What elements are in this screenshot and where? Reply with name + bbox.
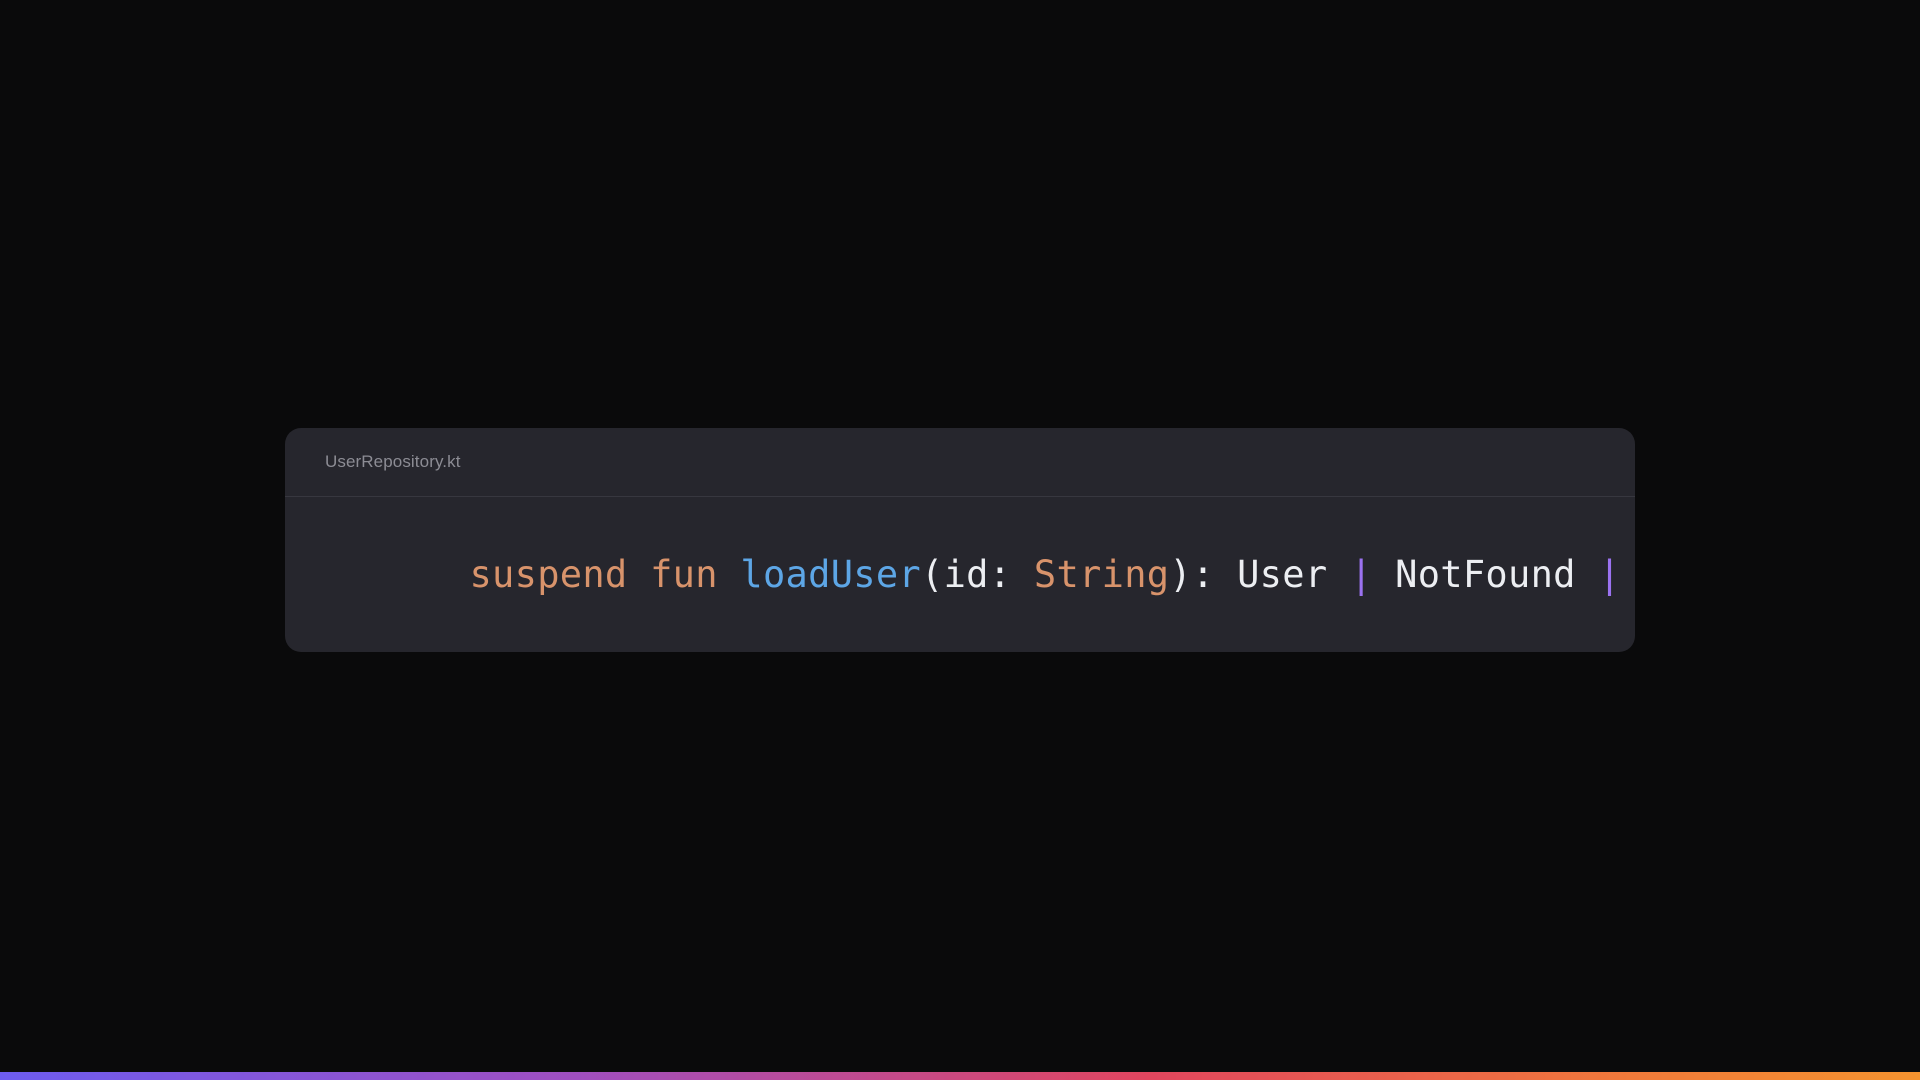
code-token-type: String bbox=[1033, 553, 1170, 596]
code-token-plain: NotFound bbox=[1372, 553, 1599, 596]
code-token-union-pipe: | bbox=[1349, 553, 1373, 596]
code-token-plain: TimedOut bbox=[1621, 553, 1635, 596]
code-token-keyword: suspend bbox=[469, 553, 628, 596]
code-token-plain: (id: bbox=[921, 553, 1034, 596]
code-body: suspend fun loadUser(id: String): User |… bbox=[285, 497, 1635, 652]
code-line: suspend fun loadUser(id: String): User |… bbox=[334, 510, 1635, 639]
code-token-function-name: loadUser bbox=[740, 553, 921, 596]
code-card-header: UserRepository.kt bbox=[285, 428, 1635, 497]
code-token-keyword: fun bbox=[650, 553, 718, 596]
code-token-plain: ): User bbox=[1169, 553, 1350, 596]
code-card: UserRepository.kt suspend fun loadUser(i… bbox=[285, 428, 1635, 652]
code-token-union-pipe: | bbox=[1598, 553, 1621, 596]
gradient-accent-bar bbox=[0, 1072, 1920, 1080]
file-name-label: UserRepository.kt bbox=[325, 452, 461, 471]
